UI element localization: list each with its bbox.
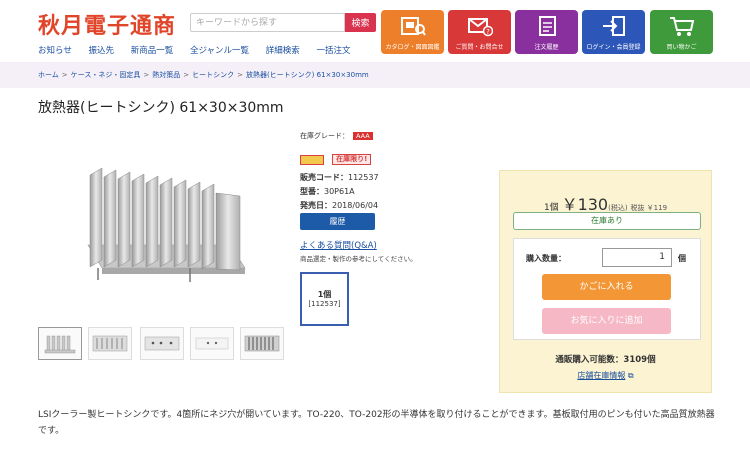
nav-bank-transfer[interactable]: 振込先 — [89, 46, 115, 56]
store-stock-label: 店舗在庫情報 — [577, 371, 626, 380]
stock-grade-row: 在庫グレード： AAA — [300, 131, 373, 141]
thumbnail-2[interactable] — [88, 327, 132, 360]
cart-tile[interactable]: 買い物かご — [650, 10, 713, 54]
pack-code: [112537] — [308, 300, 341, 308]
catalog-tile-label: カタログ・図面図鑑 — [385, 44, 440, 51]
quantity-unit: 個 — [678, 254, 686, 263]
faq-note: 商品選定・製作の参考にしてください。 — [300, 255, 417, 263]
nav-all-genres[interactable]: 全ジャンル一覧 — [190, 46, 249, 56]
svg-text:?: ? — [486, 28, 490, 36]
gift-icon — [300, 154, 324, 165]
add-to-favorites-button[interactable]: お気に入りに追加 — [542, 308, 671, 334]
cart-icon — [669, 17, 694, 36]
thumbnail-5[interactable] — [240, 327, 284, 360]
crumb-separator: > — [237, 71, 243, 79]
thumbnail-1[interactable] — [38, 327, 82, 360]
order-history-icon — [538, 16, 556, 36]
model-label: 型番： — [300, 187, 324, 196]
model-value: 30P61A — [324, 187, 355, 196]
nav-new-products[interactable]: 新商品一覧 — [131, 46, 174, 56]
pack-qty: 1個 — [317, 290, 332, 299]
order-history-tile-label: 注文履歴 — [534, 44, 559, 51]
crumb-separator: > — [143, 71, 150, 79]
stock-status: 在庫あり — [513, 212, 701, 230]
history-button[interactable]: 履歴 — [300, 213, 375, 230]
login-icon — [602, 16, 625, 36]
catalog-icon — [400, 17, 426, 36]
mail-icon: ? — [467, 18, 493, 37]
crumb-separator: > — [183, 71, 190, 79]
header-nav: お知らせ 振込先 新商品一覧 全ジャンル一覧 詳細検索 一括注文 — [38, 44, 365, 56]
nav-bulk-order[interactable]: 一括注文 — [316, 46, 350, 56]
product-title: 放熱器(ヒートシンク) 61×30×30mm — [38, 100, 284, 116]
stock-grade-label: 在庫グレード： — [300, 132, 349, 140]
nav-advanced-search[interactable]: 詳細検索 — [266, 46, 300, 56]
product-code-row: 販売コード：112537 — [300, 172, 379, 183]
stock-limited-badge: 在庫限り! — [300, 149, 372, 165]
breadcrumb: ホーム > ケース・ネジ・固定具 > 熱対策品 > ヒートシンク > 放熱器(ヒートシンク) 6… — [38, 70, 369, 80]
purchase-panel: 1個 ￥130(税込) 税抜 ￥119 在庫あり 購入数量： 1 個 かごに入れ… — [499, 170, 712, 393]
release-row: 発売日：2018/06/04 — [300, 200, 378, 211]
thumbnail-3[interactable] — [140, 327, 184, 360]
site-header: 秋月電子通商 検索 お知らせ 振込先 新商品一覧 全ジャンル一覧 詳細検索 一括… — [0, 0, 750, 62]
stock-limited-label: 在庫限り! — [332, 154, 372, 165]
product-main-image[interactable] — [70, 150, 250, 290]
add-to-cart-button[interactable]: かごに入れる — [542, 274, 671, 300]
thumbnail-4[interactable] — [190, 327, 234, 360]
crumb-heatsink[interactable]: ヒートシンク — [192, 71, 234, 79]
stock-grade-badge: AAA — [353, 132, 373, 140]
available-quantity: 通販購入可能数：3109個 — [555, 355, 656, 365]
tax-ex-price: 税抜 ￥119 — [630, 204, 668, 212]
login-tile[interactable]: ログイン・会員登録 — [582, 10, 645, 54]
faq-link[interactable]: よくある質問(Q&A) — [300, 239, 377, 251]
cart-tile-label: 買い物かご — [666, 44, 697, 51]
nav-news[interactable]: お知らせ — [38, 46, 72, 56]
tax-in-note: (税込) — [608, 204, 628, 212]
site-logo[interactable]: 秋月電子通商 — [38, 8, 176, 40]
contact-tile[interactable]: ? ご質問・お問合せ — [448, 10, 511, 54]
release-value: 2018/06/04 — [332, 201, 379, 210]
crumb-separator: > — [61, 71, 68, 79]
search-input[interactable] — [190, 13, 345, 32]
search-button[interactable]: 検索 — [345, 13, 376, 32]
crumb-case[interactable]: ケース・ネジ・固定具 — [71, 71, 141, 79]
release-label: 発売日： — [300, 201, 332, 210]
product-code-label: 販売コード： — [300, 173, 348, 182]
product-code-value: 112537 — [348, 173, 379, 182]
model-row: 型番：30P61A — [300, 186, 355, 197]
contact-tile-label: ご質問・お問合せ — [455, 44, 504, 51]
order-history-tile[interactable]: 注文履歴 — [515, 10, 578, 54]
quantity-label: 購入数量： — [526, 254, 566, 263]
login-tile-label: ログイン・会員登録 — [586, 44, 641, 51]
catalog-tile[interactable]: カタログ・図面図鑑 — [381, 10, 444, 54]
quantity-input[interactable]: 1 — [602, 248, 672, 267]
crumb-current[interactable]: 放熱器(ヒートシンク) 61×30×30mm — [246, 71, 369, 79]
store-stock-link[interactable]: 店舗在庫情報 ⧉ — [500, 370, 711, 381]
quantity-box: 購入数量： 1 個 かごに入れる お気に入りに追加 — [513, 238, 701, 340]
crumb-home[interactable]: ホーム — [38, 71, 59, 79]
external-link-icon: ⧉ — [627, 371, 634, 380]
product-description: LSIクーラー製ヒートシンクです。4箇所にネジ穴が開いています。TO-220、T… — [38, 410, 715, 436]
pack-option[interactable]: 1個 [112537] — [300, 272, 349, 326]
crumb-thermal[interactable]: 熱対策品 — [152, 71, 180, 79]
